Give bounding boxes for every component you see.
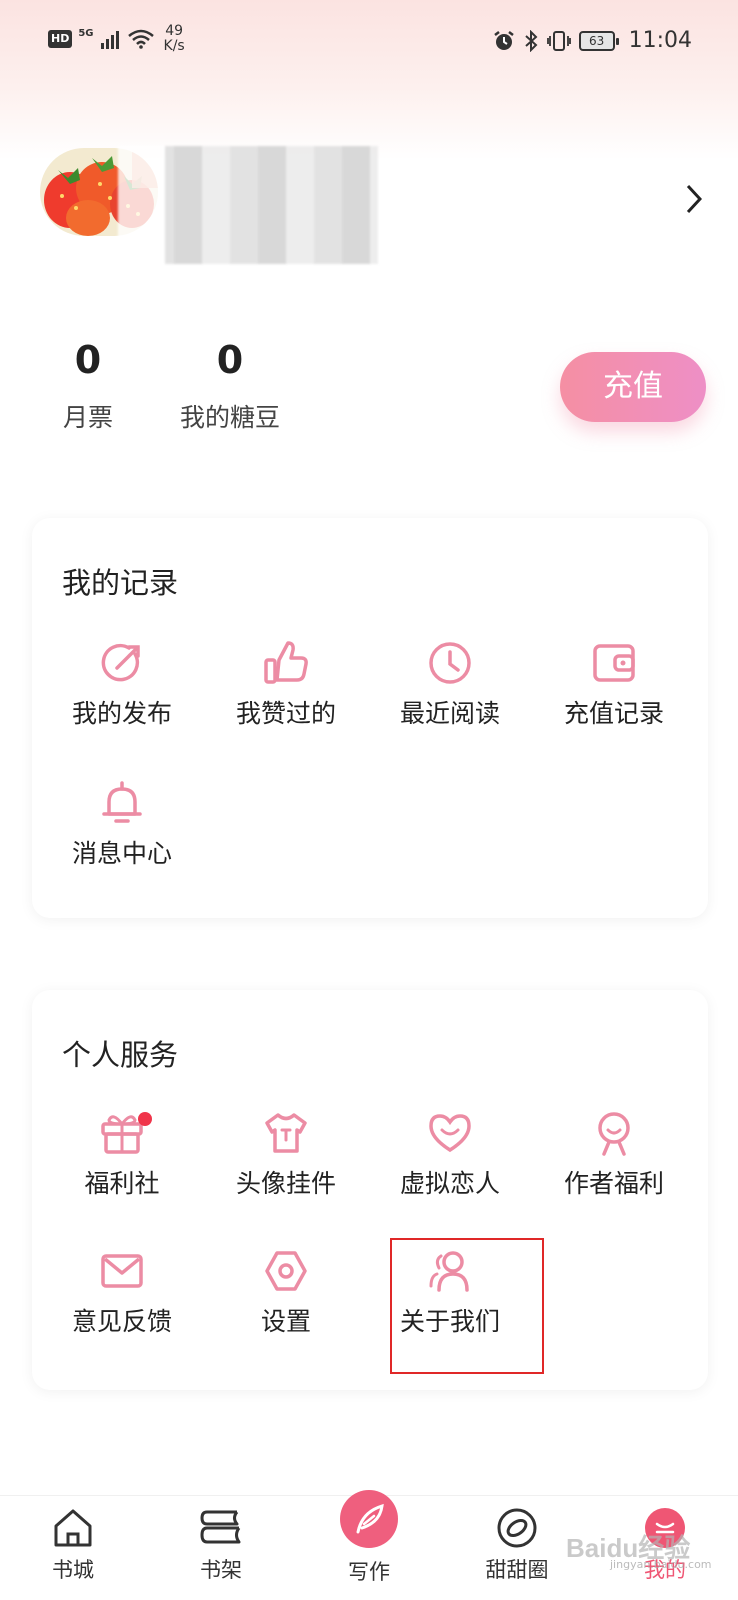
person-icon bbox=[598, 1112, 630, 1156]
stat-value: 0 bbox=[216, 338, 244, 382]
service-item-welfare[interactable]: 福利社 bbox=[42, 1110, 202, 1200]
speed-unit: K/s bbox=[163, 38, 185, 54]
services-title: 个人服务 bbox=[62, 1038, 179, 1072]
record-label: 我赞过的 bbox=[235, 699, 336, 728]
write-button bbox=[340, 1490, 398, 1548]
feather-icon bbox=[356, 1503, 384, 1534]
service-label: 虚拟恋人 bbox=[399, 1169, 500, 1198]
clock-icon bbox=[429, 642, 471, 684]
service-item-feedback[interactable]: 意见反馈 bbox=[42, 1248, 202, 1338]
about-us-highlight bbox=[390, 1238, 544, 1374]
bluetooth-icon bbox=[524, 29, 538, 52]
service-label: 设置 bbox=[260, 1307, 311, 1336]
vibrate-icon bbox=[546, 30, 571, 51]
settings-hex-icon bbox=[265, 1251, 307, 1291]
network-speed: 49 K/s bbox=[164, 24, 185, 54]
nav-label: 书架 bbox=[200, 1558, 242, 1582]
record-label: 最近阅读 bbox=[399, 699, 500, 728]
battery-indicator: 63 bbox=[578, 30, 619, 51]
wifi-icon bbox=[127, 29, 154, 49]
nav-label: 甜甜圈 bbox=[485, 1558, 549, 1582]
heart-icon bbox=[429, 1114, 471, 1153]
record-label: 我的发布 bbox=[71, 699, 172, 728]
stat-label: 我的糖豆 bbox=[179, 403, 280, 432]
service-label: 头像挂件 bbox=[235, 1169, 336, 1198]
service-item-virtual-lover[interactable]: 虚拟恋人 bbox=[370, 1110, 530, 1200]
username-redacted bbox=[118, 146, 378, 264]
record-item-liked[interactable]: 我赞过的 bbox=[206, 640, 366, 730]
record-item-publish[interactable]: 我的发布 bbox=[42, 640, 202, 730]
nav-bookshelf[interactable]: 书架 bbox=[166, 1506, 276, 1584]
service-item-avatar-frame[interactable]: 头像挂件 bbox=[206, 1110, 366, 1200]
service-item-settings[interactable]: 设置 bbox=[206, 1248, 366, 1338]
service-label: 福利社 bbox=[84, 1169, 160, 1198]
thumbs-up-icon bbox=[264, 641, 308, 684]
notification-badge bbox=[138, 1112, 152, 1126]
service-label: 意见反馈 bbox=[71, 1307, 172, 1336]
mail-icon bbox=[101, 1254, 143, 1288]
stat-monthly-ticket[interactable]: 0 月票 bbox=[44, 338, 132, 434]
records-card: 我的记录 我的发布 我赞过的 最近阅读 充值记录 消息中心 bbox=[32, 518, 708, 918]
record-item-recent[interactable]: 最近阅读 bbox=[370, 640, 530, 730]
record-item-recharge[interactable]: 充值记录 bbox=[534, 640, 694, 730]
record-label: 消息中心 bbox=[71, 839, 172, 868]
status-bar: HD 5G 49 K/s 63 11:04 bbox=[0, 0, 738, 86]
service-label: 作者福利 bbox=[563, 1169, 664, 1198]
speed-value: 49 bbox=[165, 23, 184, 39]
nav-label: 写作 bbox=[348, 1560, 390, 1584]
nav-label: 书城 bbox=[52, 1558, 94, 1582]
record-label: 充值记录 bbox=[563, 699, 664, 728]
nav-bookstore[interactable]: 书城 bbox=[18, 1506, 128, 1584]
records-title: 我的记录 bbox=[62, 566, 179, 600]
nav-write[interactable]: 写作 bbox=[314, 1490, 424, 1586]
stat-candy-beans[interactable]: 0 我的糖豆 bbox=[172, 338, 288, 434]
cell-signal-icon bbox=[100, 31, 119, 49]
record-item-messages[interactable]: 消息中心 bbox=[42, 780, 202, 870]
watermark-sub: jingyan.baidu.com bbox=[610, 1558, 712, 1571]
nav-donut[interactable]: 甜甜圈 bbox=[462, 1506, 572, 1584]
bell-icon bbox=[102, 781, 142, 823]
wallet-icon bbox=[593, 644, 635, 682]
service-item-author-welfare[interactable]: 作者福利 bbox=[534, 1110, 694, 1200]
recharge-button[interactable]: 充值 bbox=[560, 352, 706, 422]
services-card: 个人服务 福利社 头像挂件 虚拟恋人 作者福利 意见反馈 设置 关于我们 bbox=[32, 990, 708, 1390]
home-icon bbox=[54, 1509, 92, 1547]
stat-value: 0 bbox=[74, 338, 102, 382]
stat-label: 月票 bbox=[62, 403, 113, 432]
hd-badge: HD bbox=[48, 30, 73, 48]
tshirt-icon bbox=[265, 1113, 307, 1153]
publish-icon bbox=[101, 643, 140, 682]
chevron-right-icon[interactable] bbox=[686, 184, 702, 214]
network-type: 5G bbox=[78, 27, 94, 39]
clock: 11:04 bbox=[628, 28, 692, 53]
bookshelf-icon bbox=[200, 1510, 241, 1544]
donut-icon bbox=[497, 1508, 537, 1548]
alarm-icon bbox=[493, 30, 514, 50]
